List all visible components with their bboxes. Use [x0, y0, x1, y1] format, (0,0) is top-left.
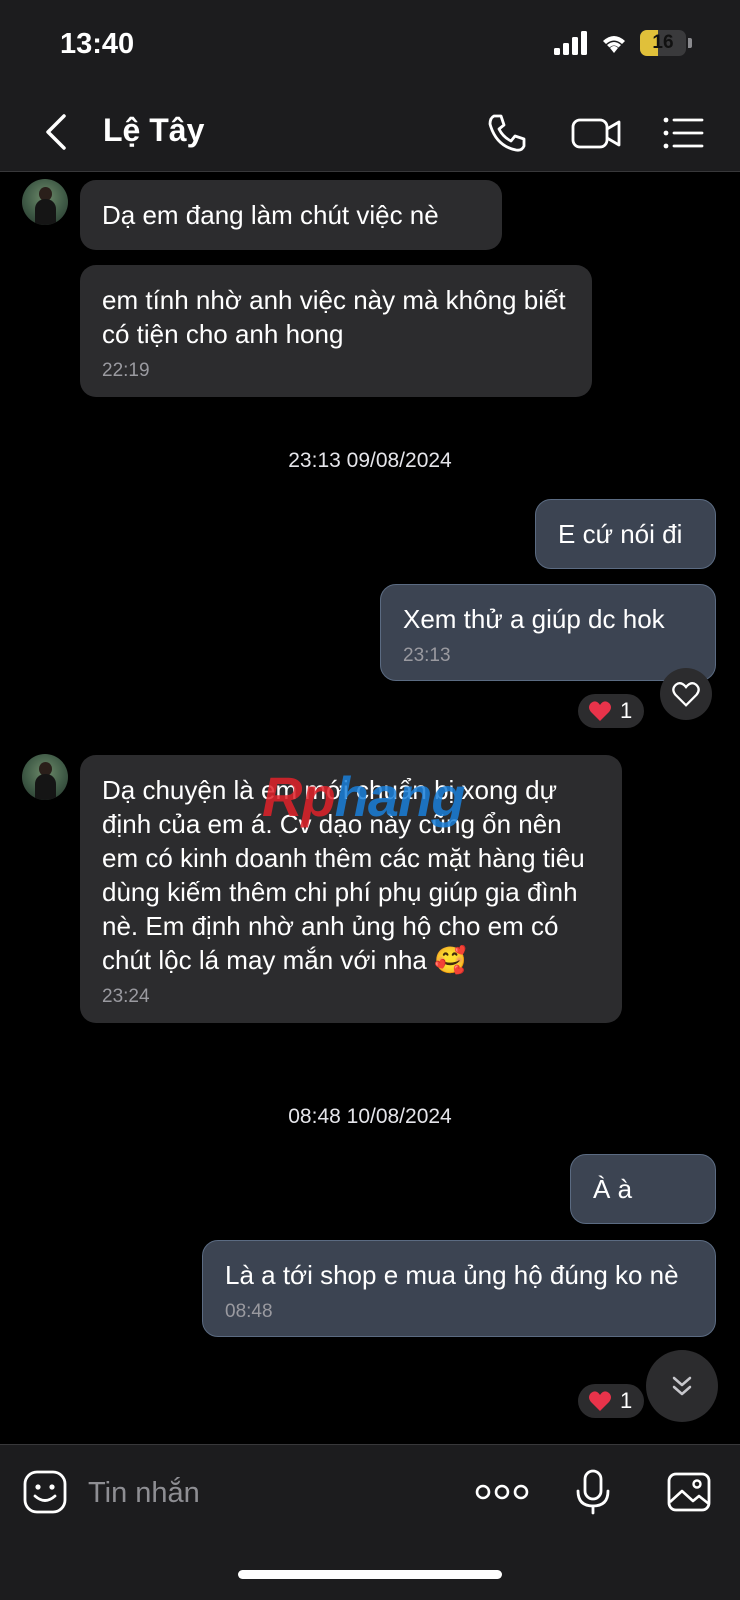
react-like-button[interactable]	[660, 668, 712, 720]
message-timestamp: 08:48	[225, 1301, 273, 1322]
reaction-badge[interactable]: 1	[578, 694, 645, 728]
reaction-count: 1	[620, 698, 633, 723]
message-text: Dạ em đang làm chút việc nè	[102, 200, 439, 230]
heart-reaction-icon	[589, 1391, 611, 1411]
signal-icon	[554, 31, 587, 55]
image-gallery-icon[interactable]	[666, 1469, 712, 1515]
message-timestamp: 23:24	[102, 986, 150, 1007]
more-options-icon[interactable]	[474, 1469, 530, 1515]
status-time: 13:40	[60, 28, 135, 60]
phone-call-icon[interactable]	[484, 110, 530, 156]
chat-header: Lệ Tây	[0, 92, 740, 172]
back-arrow-icon[interactable]	[38, 110, 78, 154]
message-text: em tính nhờ anh việc này mà không biết c…	[102, 285, 573, 349]
status-bar: 13:40 16	[0, 0, 740, 92]
message-outgoing[interactable]: E cứ nói đi	[535, 499, 716, 569]
message-text: À à	[593, 1174, 633, 1204]
scroll-to-bottom-button[interactable]	[646, 1350, 718, 1422]
microphone-icon[interactable]	[570, 1469, 616, 1515]
battery-indicator: 16	[640, 30, 686, 56]
reaction-count: 1	[620, 1388, 633, 1413]
date-separator: 23:13 09/08/2024	[288, 449, 452, 472]
date-separator: 08:48 10/08/2024	[288, 1105, 452, 1128]
menu-list-icon[interactable]	[660, 110, 706, 156]
contact-avatar[interactable]	[22, 179, 68, 225]
message-input[interactable]	[88, 1471, 448, 1515]
heart-outline-icon	[672, 682, 700, 707]
message-text: Là a tới shop e mua ủng hộ đúng ko nè	[225, 1260, 679, 1290]
battery-level: 16	[652, 32, 674, 53]
message-incoming[interactable]: em tính nhờ anh việc này mà không biết c…	[80, 265, 592, 397]
heart-reaction-icon	[589, 701, 611, 721]
message-timestamp: 22:19	[102, 360, 150, 381]
message-timestamp: 23:13	[403, 645, 451, 666]
status-icons: 16	[554, 30, 692, 56]
sticker-icon[interactable]	[22, 1469, 68, 1515]
chat-messages[interactable]: Dạ em đang làm chút việc nè em tính nhờ …	[0, 172, 740, 1444]
message-text: Xem thử a giúp dc hok	[403, 604, 665, 634]
message-outgoing[interactable]: Xem thử a giúp dc hok 23:13	[380, 584, 716, 681]
message-incoming[interactable]: Dạ em đang làm chút việc nè	[80, 180, 502, 250]
wifi-icon	[603, 36, 625, 53]
video-call-icon[interactable]	[570, 110, 622, 156]
message-outgoing[interactable]: Là a tới shop e mua ủng hộ đúng ko nè 08…	[202, 1240, 716, 1337]
contact-avatar[interactable]	[22, 754, 68, 800]
home-indicator	[238, 1570, 502, 1579]
message-text: E cứ nói đi	[558, 519, 683, 549]
message-input-bar	[0, 1444, 740, 1600]
watermark-logo: Rphang	[262, 765, 465, 828]
message-outgoing[interactable]: À à	[570, 1154, 716, 1224]
contact-name[interactable]: Lệ Tây	[103, 112, 204, 149]
double-chevron-down-icon	[672, 1376, 692, 1396]
battery-cap	[688, 38, 692, 48]
reaction-badge[interactable]: 1	[578, 1384, 645, 1418]
